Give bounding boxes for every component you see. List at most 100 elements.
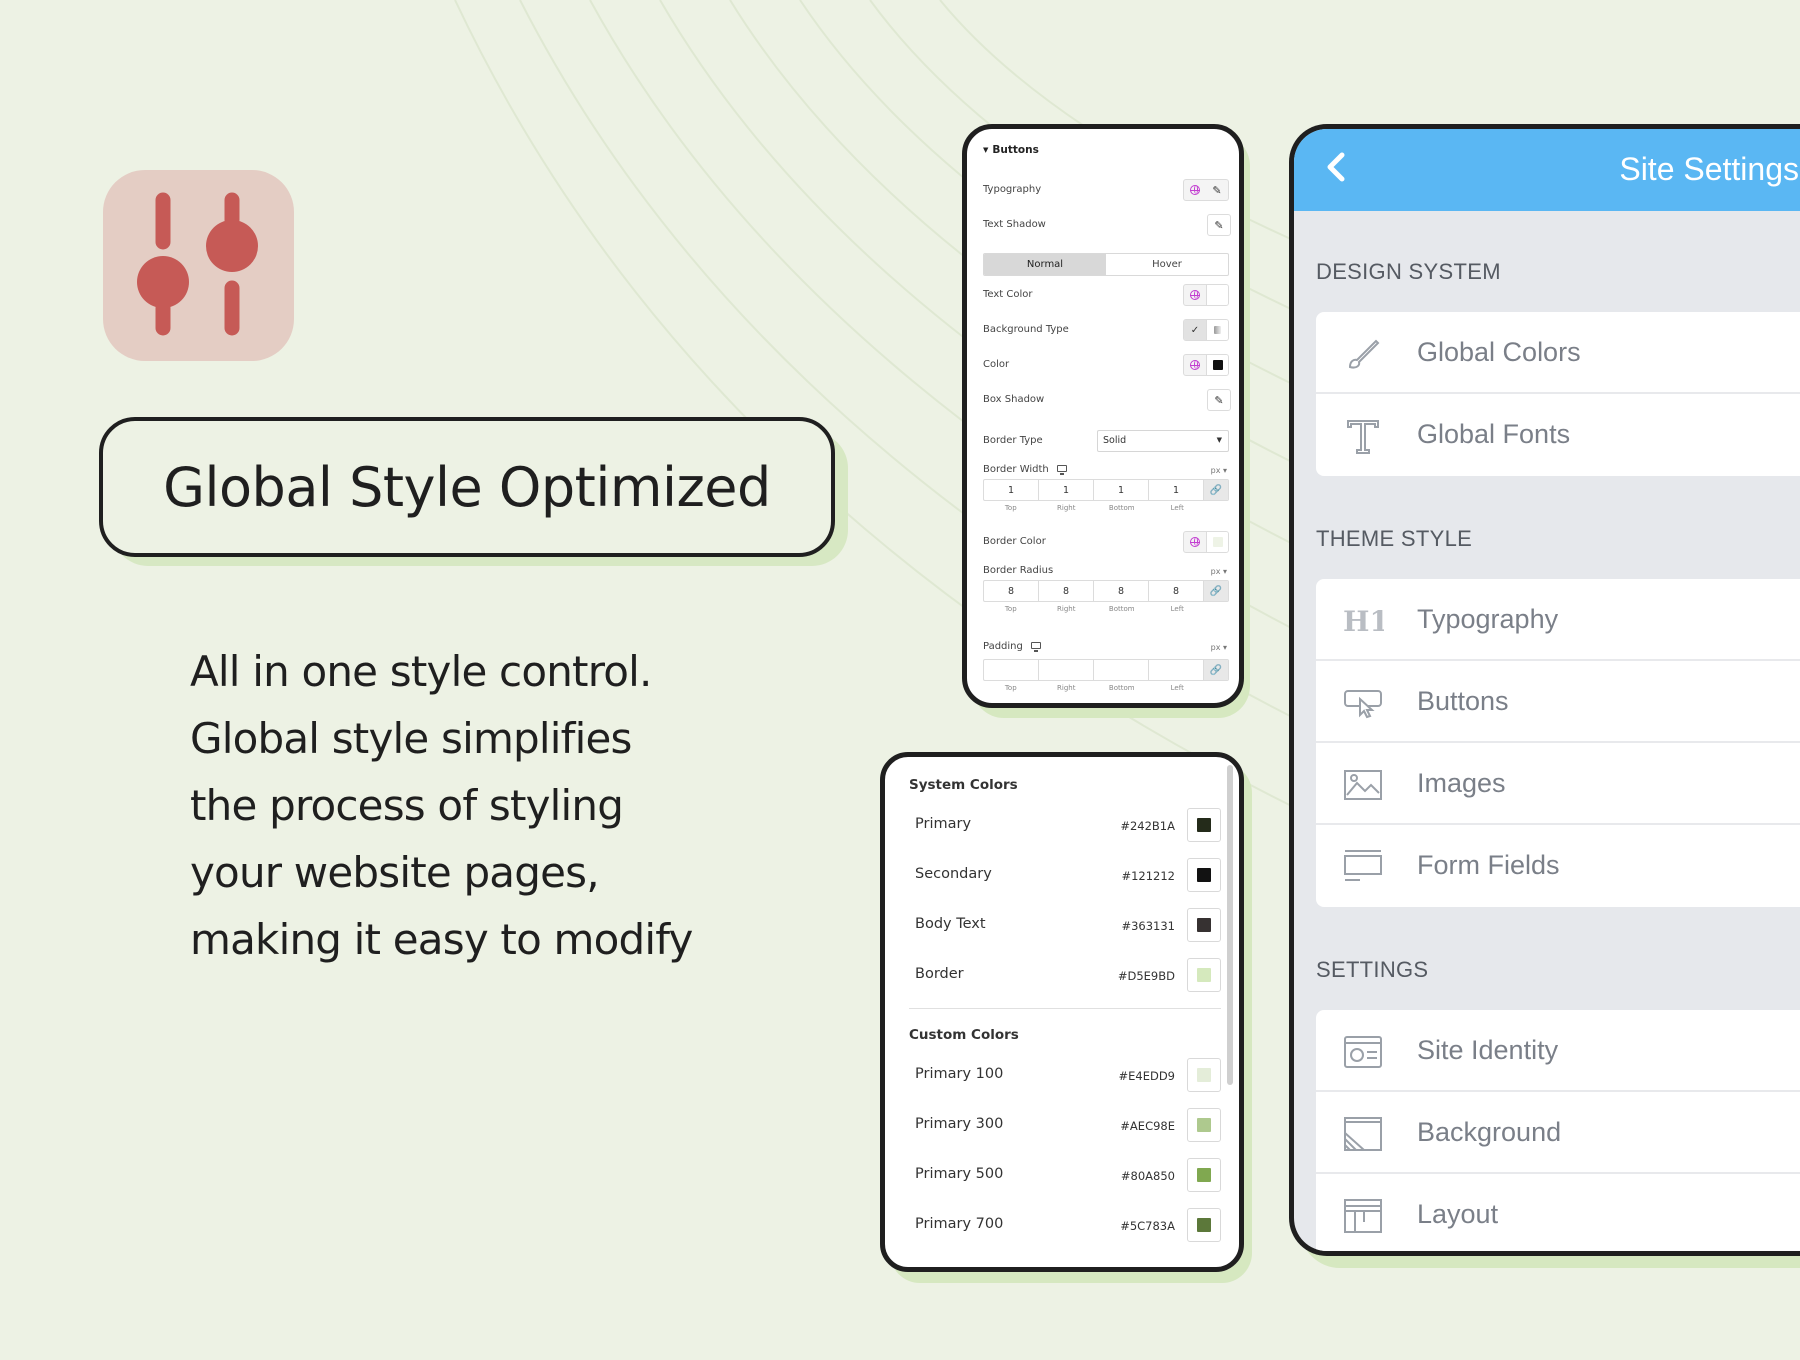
color-name: Border (915, 966, 964, 982)
color-row-primary-500[interactable]: Primary 500 #80A850 (915, 1158, 1221, 1192)
color-row-primary-300[interactable]: Primary 300 #AEC98E (915, 1108, 1221, 1142)
dim-label-left: Left (1170, 605, 1184, 613)
text-t-icon (1347, 420, 1379, 454)
color-hex: #363131 (1121, 919, 1175, 933)
edit-text-shadow-button[interactable]: ✎ (1208, 215, 1230, 235)
edit-box-shadow-button[interactable]: ✎ (1208, 390, 1230, 410)
desktop-icon[interactable] (1030, 642, 1041, 652)
border-width-bottom[interactable]: 1 (1094, 480, 1149, 500)
swatch-fill (1197, 968, 1211, 982)
padding-left[interactable] (1149, 660, 1204, 680)
menu-item-site-identity[interactable]: Site Identity (1316, 1010, 1800, 1092)
scrollbar[interactable] (1227, 765, 1233, 1085)
black-swatch (1212, 360, 1223, 370)
global-color-button[interactable] (1184, 355, 1206, 375)
menu-item-buttons[interactable]: Buttons (1316, 661, 1800, 743)
section-heading-settings: SETTINGS (1316, 957, 1429, 982)
state-tabs: Normal Hover (983, 253, 1229, 276)
dim-label-left: Left (1170, 684, 1184, 692)
border-radius-unit[interactable]: px ▾ (1211, 567, 1227, 576)
color-hex: #D5E9BD (1117, 969, 1175, 983)
text-color-controls (1183, 284, 1229, 306)
color-row-body-text[interactable]: Body Text #363131 (915, 908, 1221, 942)
link-values-button[interactable]: 🔗 (1204, 581, 1228, 601)
padding-right[interactable] (1039, 660, 1094, 680)
global-text-color-button[interactable] (1184, 285, 1206, 305)
menu-item-label: Layout (1417, 1199, 1499, 1229)
color-swatch[interactable] (1206, 355, 1228, 375)
border-radius-label: Border Radius (983, 565, 1054, 576)
border-radius-right[interactable]: 8 (1039, 581, 1094, 601)
system-colors-heading: System Colors (909, 777, 1018, 793)
custom-colors-heading: Custom Colors (909, 1027, 1019, 1043)
color-hex: #121212 (1121, 869, 1175, 883)
border-width-unit[interactable]: px ▾ (1211, 466, 1227, 475)
color-hex: #242B1A (1120, 819, 1175, 833)
border-radius-top[interactable]: 8 (984, 581, 1039, 601)
buttons-section-toggle[interactable]: ▼ Buttons (983, 144, 1039, 156)
color-name: Primary 100 (915, 1066, 1004, 1082)
link-values-button[interactable]: 🔗 (1204, 480, 1228, 500)
text-color-swatch[interactable] (1206, 285, 1228, 305)
menu-item-background[interactable]: Background (1316, 1092, 1800, 1174)
padding-unit[interactable]: px ▾ (1211, 643, 1227, 652)
brush-icon (1348, 339, 1380, 369)
color-swatch[interactable] (1187, 958, 1221, 992)
border-color-controls (1183, 531, 1229, 553)
globe-icon (1190, 290, 1200, 300)
buttons-section-title: Buttons (992, 144, 1039, 156)
color-swatch[interactable] (1187, 858, 1221, 892)
border-width-text: Border Width (983, 464, 1049, 475)
color-row-primary-700[interactable]: Primary 700 #5C783A (915, 1208, 1221, 1242)
color-swatch[interactable] (1187, 1058, 1221, 1092)
color-name: Primary (915, 816, 972, 832)
border-radius-left[interactable]: 8 (1149, 581, 1204, 601)
background-gradient-button[interactable] (1206, 320, 1228, 340)
color-row-secondary[interactable]: Secondary #121212 (915, 858, 1221, 892)
link-icon: 🔗 (1209, 585, 1223, 597)
border-width-right[interactable]: 1 (1039, 480, 1094, 500)
chevron-left-icon[interactable] (1318, 147, 1358, 187)
color-swatch[interactable] (1187, 808, 1221, 842)
menu-item-global-colors[interactable]: Global Colors (1316, 312, 1800, 394)
h1-icon: H1 (1343, 605, 1384, 638)
description-line: the process of styling (190, 781, 624, 830)
colors-panel: System Colors Primary #242B1A Secondary … (880, 752, 1244, 1272)
color-hex: #AEC98E (1120, 1119, 1175, 1133)
color-swatch[interactable] (1187, 1158, 1221, 1192)
color-swatch[interactable] (1187, 1208, 1221, 1242)
typography-label: Typography (983, 184, 1042, 195)
menu-item-images[interactable]: Images (1316, 743, 1800, 825)
color-row-border[interactable]: Border #D5E9BD (915, 958, 1221, 992)
color-row-primary-100[interactable]: Primary 100 #E4EDD9 (915, 1058, 1221, 1092)
swatch-fill (1197, 918, 1211, 932)
global-border-color-button[interactable] (1184, 532, 1206, 552)
padding-top[interactable] (984, 660, 1039, 680)
tab-hover[interactable]: Hover (1106, 254, 1228, 275)
menu-item-layout[interactable]: Layout (1316, 1174, 1800, 1251)
border-width-left[interactable]: 1 (1149, 480, 1204, 500)
color-name: Primary 700 (915, 1216, 1004, 1232)
tab-normal[interactable]: Normal (984, 254, 1106, 275)
border-type-select[interactable]: Solid ▼ (1097, 430, 1229, 452)
background-type-controls: ✓ (1183, 319, 1229, 341)
color-swatch[interactable] (1187, 908, 1221, 942)
menu-item-global-fonts[interactable]: Global Fonts (1316, 394, 1800, 476)
padding-bottom[interactable] (1094, 660, 1149, 680)
global-typography-button[interactable] (1184, 180, 1206, 200)
color-swatch[interactable] (1187, 1108, 1221, 1142)
background-classic-button[interactable]: ✓ (1184, 320, 1206, 340)
border-width-top[interactable]: 1 (984, 480, 1039, 500)
menu-item-typography[interactable]: H1 Typography (1316, 579, 1800, 661)
color-row-primary[interactable]: Primary #242B1A (915, 808, 1221, 842)
swatch-fill (1197, 868, 1211, 882)
edit-typography-button[interactable]: ✎ (1206, 180, 1228, 200)
border-radius-bottom[interactable]: 8 (1094, 581, 1149, 601)
color-hex: #E4EDD9 (1118, 1069, 1175, 1083)
color-label: Color (983, 359, 1010, 370)
menu-item-form-fields[interactable]: Form Fields (1316, 825, 1800, 907)
desktop-icon[interactable] (1056, 465, 1067, 475)
link-values-button[interactable]: 🔗 (1204, 660, 1228, 680)
border-color-swatch[interactable] (1206, 532, 1228, 552)
menu-item-label: Form Fields (1417, 850, 1560, 880)
